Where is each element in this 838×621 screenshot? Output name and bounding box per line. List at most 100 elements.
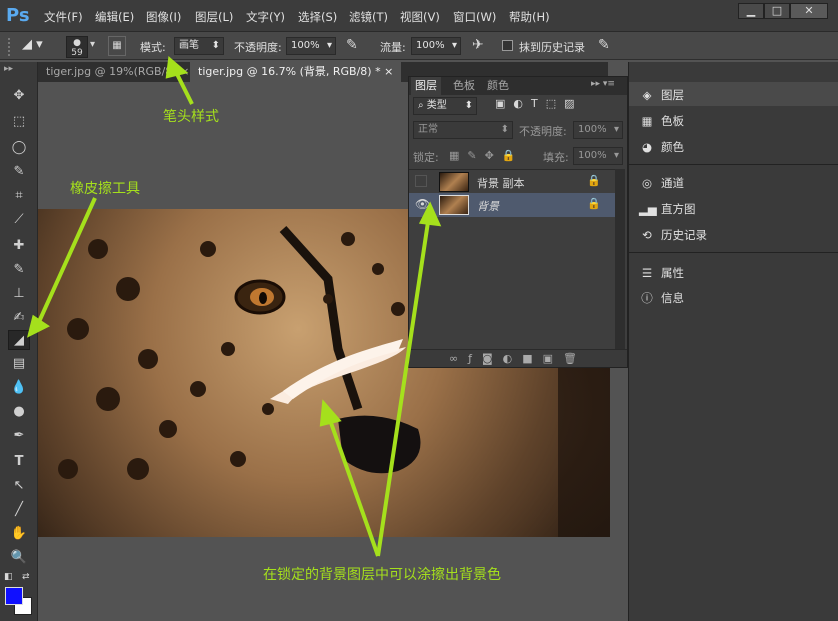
filter-icons[interactable]: ▣◐T⬚▨ [495,97,583,110]
history-checkbox[interactable] [502,40,513,51]
clone-stamp-tool-icon[interactable]: ⊥ [8,284,30,304]
close-icon[interactable]: × [384,65,393,78]
panel-label: 通道 [661,176,684,190]
lock-icon: 🔒 [587,174,601,187]
mode-value: 画笔 [179,40,199,51]
eye-icon[interactable]: 👁 [415,197,430,211]
fill-input[interactable]: 100% ▾ [573,147,623,165]
panel-label: 属性 [661,266,684,280]
menu-image[interactable]: 图像(I) [146,9,181,25]
close-button[interactable]: ✕ [790,3,828,19]
menu-file[interactable]: 文件(F) [44,9,83,25]
type-tool-icon[interactable]: T [8,452,30,472]
layer-footer-icons[interactable]: ∞ƒ◙◐■▣🗑 [409,349,627,367]
blur-tool-icon[interactable]: 💧 [8,378,30,398]
blend-mode-value: 正常 [418,124,438,135]
zoom-tool-icon[interactable]: 🔍 [8,548,30,568]
move-tool-icon[interactable]: ✥ [8,86,30,106]
history-brush-tool-icon[interactable]: ✍ [8,308,30,328]
default-colors-icon[interactable]: ◧ [4,572,13,582]
marquee-tool-icon[interactable]: ⬚ [8,112,30,132]
eraser-preset-icon[interactable]: ◢ ▾ [22,37,56,55]
fill-label: 填充: [543,151,569,164]
panel-layers[interactable]: ◈ 图层 [639,86,684,104]
menu-select[interactable]: 选择(S) [298,9,337,25]
hand-tool-icon[interactable]: ✋ [8,524,30,544]
tab-layers[interactable]: 图层 [411,77,441,95]
menu-edit[interactable]: 编辑(E) [95,9,134,25]
quick-select-tool-icon[interactable]: ✎ [8,162,30,182]
maximize-button[interactable]: □ [764,3,790,19]
gradient-tool-icon[interactable]: ▤ [8,354,30,374]
lasso-tool-icon[interactable]: ◯ [8,138,30,158]
tab-tiger-19[interactable]: tiger.jpg @ 19%(RGB/8) × [38,62,197,82]
crop-tool-icon[interactable]: ⌗ [8,186,30,206]
mode-select[interactable]: 画笔 ⬍ [174,37,224,55]
visibility-toggle[interactable] [415,175,427,187]
panel-history[interactable]: ⟲ 历史记录 [639,226,707,244]
lock-icons[interactable]: ▦✎✥🔒 [449,149,524,162]
menu-filter[interactable]: 滤镜(T) [349,9,388,25]
line-tool-icon[interactable]: ╱ [8,500,30,520]
layer-opacity-input[interactable]: 100% ▾ [573,121,623,139]
panel-info[interactable]: ⓘ 信息 [639,289,684,307]
grip-handle[interactable] [8,38,18,56]
panel-channels[interactable]: ◎ 通道 [639,174,684,192]
tab-color[interactable]: 颜色 [483,77,513,95]
properties-icon: ☰ [641,266,653,280]
panel-label: 色板 [661,114,684,128]
brush-tool-icon[interactable]: ✎ [8,260,30,280]
menu-layer[interactable]: 图层(L) [195,9,233,25]
divider [629,252,838,253]
pen-tool-icon[interactable]: ✒ [8,426,30,446]
layer-row-bg[interactable]: 👁 背景 🔒 [409,193,615,217]
chevron-down-icon[interactable]: ▾ [90,39,95,50]
layers-scrollbar[interactable] [615,169,625,349]
layer-thumbnail [439,195,469,215]
panel-histogram[interactable]: ▂▅ 直方图 [639,200,696,218]
tab-label: tiger.jpg @ 16.7% (背景, RGB/8) * [198,65,381,78]
flow-input[interactable]: 100% ▾ [411,37,461,55]
panel-swatches[interactable]: ▦ 色板 [639,112,684,130]
tab-tiger-16[interactable]: tiger.jpg @ 16.7% (背景, RGB/8) * × [190,62,402,82]
lock-label: 锁定: [413,151,439,164]
menu-window[interactable]: 窗口(W) [453,9,496,25]
panel-properties[interactable]: ☰ 属性 [639,264,684,282]
menu-help[interactable]: 帮助(H) [509,9,550,25]
color-icon: ◕ [641,140,653,154]
options-bar: ◢ ▾ ● 59 ▾ ▦ 模式: 画笔 ⬍ 不透明度: 100% ▾ ✎ 流量: 10… [0,32,838,60]
brush-panel-icon[interactable]: ▦ [108,36,126,56]
panel-label: 颜色 [661,140,684,154]
dodge-tool-icon[interactable]: ● [8,402,30,422]
swap-colors-icon[interactable]: ⇄ [22,572,30,582]
filter-kind-value: 类型 [426,100,447,111]
annotation-eraser-tool: 橡皮擦工具 [70,181,140,197]
eyedropper-tool-icon[interactable]: ⟋ [8,210,30,230]
menu-view[interactable]: 视图(V) [400,9,440,25]
close-icon[interactable]: × [180,65,189,78]
path-select-tool-icon[interactable]: ↖ [8,476,30,496]
opacity-input[interactable]: 100% ▾ [286,37,336,55]
healing-brush-tool-icon[interactable]: ✚ [8,236,30,256]
layers-panel: 图层 色板 颜色 ▸▸ ▾≡ ⌕ 类型 ⬍ ▣◐T⬚▨ 正常 ⬍ 不透明度: 100… [408,76,628,368]
tab-swatches[interactable]: 色板 [449,77,479,95]
eraser-tool-icon[interactable]: ◢ [8,330,30,350]
annotation-locked-bg: 在锁定的背景图层中可以涂擦出背景色 [263,567,501,583]
brush-size-picker[interactable]: ● 59 [66,36,88,58]
panel-menu-icon[interactable]: ▸▸ ▾≡ [591,79,615,89]
ps-logo: Ps [6,5,30,26]
info-icon: ⓘ [641,291,653,305]
menu-bar: Ps 文件(F) 编辑(E) 图像(I) 图层(L) 文字(Y) 选择(S) 滤… [0,0,838,32]
erased-stroke [283,339,403,399]
menu-type[interactable]: 文字(Y) [246,9,285,25]
minimize-button[interactable]: ▁ [738,3,764,19]
airbrush-icon[interactable]: ✈ [472,37,484,53]
foreground-color-swatch[interactable] [5,587,23,605]
pressure-opacity-icon[interactable]: ✎ [346,37,358,53]
collapse-toolbar-icon[interactable]: ▸▸ [4,64,13,74]
pressure-size-icon[interactable]: ✎ [598,37,610,53]
panel-color[interactable]: ◕ 颜色 [639,138,684,156]
filter-kind-select[interactable]: ⌕ 类型 ⬍ [413,97,477,115]
blend-mode-select[interactable]: 正常 ⬍ [413,121,513,139]
layer-row-bg-copy[interactable]: 背景 副本 🔒 [409,169,615,193]
